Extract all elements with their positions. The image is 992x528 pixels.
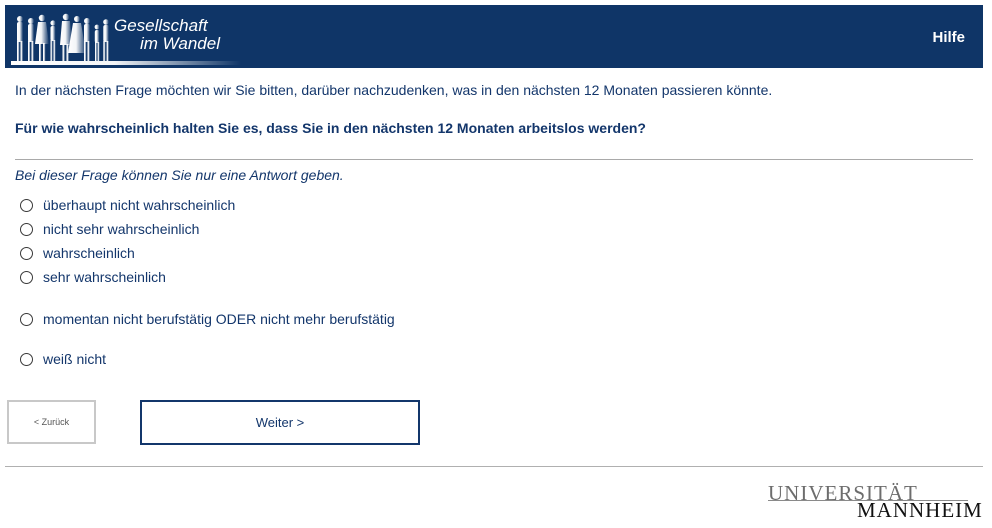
option-label[interactable]: wahrscheinlich	[43, 245, 135, 261]
radio-button[interactable]	[20, 352, 33, 366]
radio-button[interactable]	[20, 246, 33, 260]
answer-instruction: Bei dieser Frage können Sie nur eine Ant…	[15, 167, 344, 183]
option-label[interactable]: sehr wahrscheinlich	[43, 269, 166, 285]
university-logo-line-2: MANNHEIM	[857, 498, 983, 522]
footer-divider	[5, 466, 983, 467]
option-label[interactable]: überhaupt nicht wahrscheinlich	[43, 197, 235, 213]
option-label[interactable]: nicht sehr wahrscheinlich	[43, 221, 199, 237]
radio-button[interactable]	[20, 222, 33, 236]
logo-line-2: im Wandel	[140, 34, 220, 53]
answer-option-3[interactable]: wahrscheinlich	[20, 244, 135, 262]
next-button[interactable]: Weiter >	[140, 400, 420, 445]
back-button[interactable]: < Zurück	[7, 400, 96, 444]
option-label[interactable]: weiß nicht	[43, 351, 106, 367]
question-text: Für wie wahrscheinlich halten Sie es, da…	[15, 120, 646, 136]
header-banner: Gesellschaft im Wandel Hilfe	[5, 5, 983, 68]
answer-option-2[interactable]: nicht sehr wahrscheinlich	[20, 220, 199, 238]
divider	[15, 159, 973, 160]
university-logo: UNIVERSITÄT MANNHEIM	[768, 481, 982, 522]
logo-wordmark: Gesellschaft im Wandel	[114, 17, 220, 53]
answer-option-1[interactable]: überhaupt nicht wahrscheinlich	[20, 196, 235, 214]
radio-button[interactable]	[20, 270, 33, 284]
answer-option-dont-know[interactable]: weiß nicht	[20, 350, 106, 368]
radio-button[interactable]	[20, 312, 33, 326]
answer-option-4[interactable]: sehr wahrscheinlich	[20, 268, 166, 286]
answer-option-not-employed[interactable]: momentan nicht berufstätig ODER nicht me…	[20, 310, 395, 328]
help-link[interactable]: Hilfe	[932, 29, 965, 46]
option-label[interactable]: momentan nicht berufstätig ODER nicht me…	[43, 311, 395, 327]
logo-line-1: Gesellschaft	[114, 16, 208, 35]
radio-button[interactable]	[20, 198, 33, 212]
intro-text: In der nächsten Frage möchten wir Sie bi…	[15, 82, 773, 98]
